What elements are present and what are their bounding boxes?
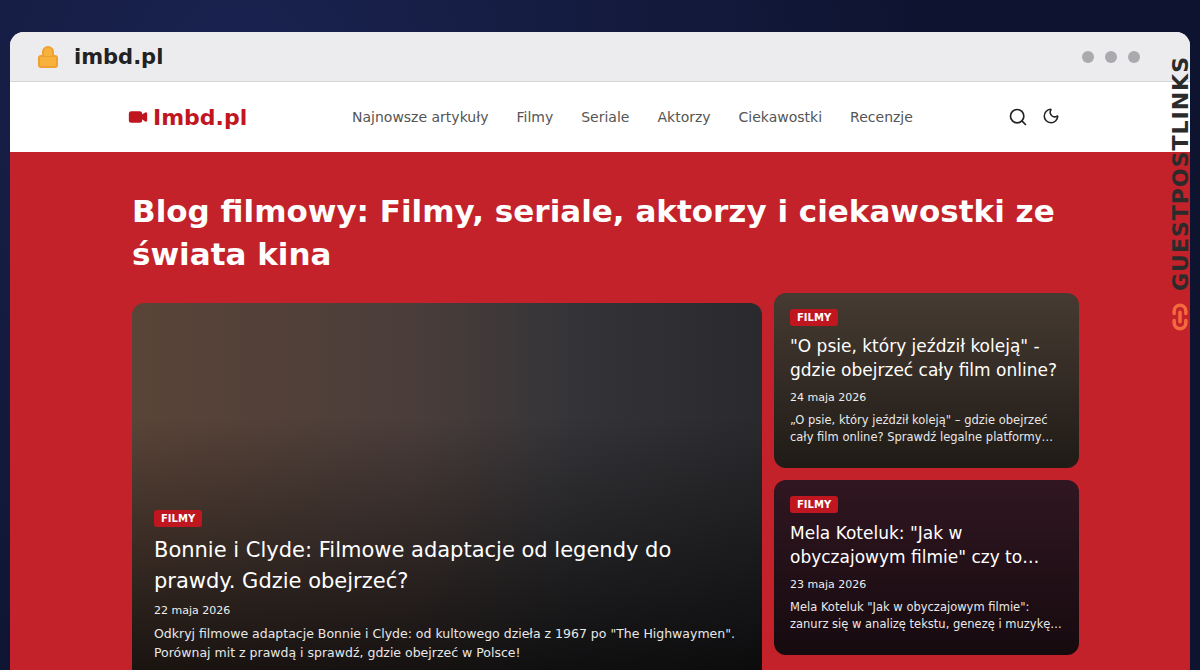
nav-item[interactable]: Ciekawostki — [739, 109, 823, 125]
site-header: Imbd.pl Najnowsze artykuły Filmy Seriale Akt… — [10, 82, 1190, 152]
nav-item[interactable]: Najnowsze artykuły — [352, 109, 488, 125]
address-bar[interactable]: imbd.pl — [74, 45, 1068, 69]
main-nav: Najnowsze artykuły Filmy Seriale Aktorzy Cie… — [352, 109, 1008, 125]
articles-grid: FILMY Bonnie i Clyde: Filmowe adaptacje o… — [132, 303, 1080, 670]
movie-camera-icon — [128, 107, 148, 127]
side-card[interactable]: FILMY "O psie, który jeździł koleją" - gd… — [774, 293, 1079, 468]
card-title: "O psie, który jeździł koleją" - gdzie o… — [790, 334, 1063, 383]
card-date: 24 maja 2026 — [790, 391, 1063, 404]
logo-text: Imbd.pl — [153, 105, 247, 130]
hero: Blog filmowy: Filmy, seriale, aktorzy i … — [10, 152, 1190, 670]
browser-title-bar: imbd.pl — [10, 32, 1190, 82]
category-badge: FILMY — [154, 510, 202, 527]
page: imbd.pl Imbd.pl Najnowsze artykuły Filmy Ser… — [0, 0, 1200, 670]
card-title: Mela Koteluk: "Jak w obyczajowym filmie"… — [790, 521, 1063, 570]
watermark-text: GUESTPOSTLINKS — [1168, 56, 1193, 291]
side-card[interactable]: FILMY Mela Koteluk: "Jak w obyczajowym fi… — [774, 480, 1079, 655]
lock-icon — [36, 45, 60, 69]
category-badge: FILMY — [790, 309, 838, 326]
search-icon[interactable] — [1008, 107, 1028, 127]
card-excerpt: Odkryj filmowe adaptacje Bonnie i Clyde:… — [154, 625, 740, 663]
site-logo[interactable]: Imbd.pl — [128, 105, 352, 130]
card-date: 22 maja 2026 — [154, 604, 740, 617]
window-controls — [1082, 51, 1140, 63]
watermark: GUESTPOSTLINKS — [1166, 56, 1194, 331]
card-excerpt: „O psie, który jeździł koleją" – gdzie o… — [790, 412, 1063, 447]
header-tools — [1008, 107, 1060, 127]
featured-card[interactable]: FILMY Bonnie i Clyde: Filmowe adaptacje o… — [132, 303, 762, 670]
card-title: Bonnie i Clyde: Filmowe adaptacje od leg… — [154, 535, 740, 596]
link-icon — [1166, 303, 1194, 331]
nav-item[interactable]: Aktorzy — [657, 109, 710, 125]
category-badge: FILMY — [790, 496, 838, 513]
window-dot[interactable] — [1105, 51, 1117, 63]
card-excerpt: Mela Koteluk "Jak w obyczajowym filmie":… — [790, 599, 1063, 634]
side-cards: FILMY "O psie, który jeździł koleją" - gd… — [774, 293, 1079, 655]
card-date: 23 maja 2026 — [790, 578, 1063, 591]
window-dot[interactable] — [1128, 51, 1140, 63]
window-dot[interactable] — [1082, 51, 1094, 63]
nav-item[interactable]: Filmy — [516, 109, 553, 125]
moon-icon[interactable] — [1042, 107, 1060, 125]
browser-window: imbd.pl Imbd.pl Najnowsze artykuły Filmy Ser… — [10, 32, 1190, 670]
hero-title: Blog filmowy: Filmy, seriale, aktorzy i … — [132, 190, 1080, 277]
nav-item[interactable]: Recenzje — [850, 109, 913, 125]
nav-item[interactable]: Seriale — [581, 109, 629, 125]
